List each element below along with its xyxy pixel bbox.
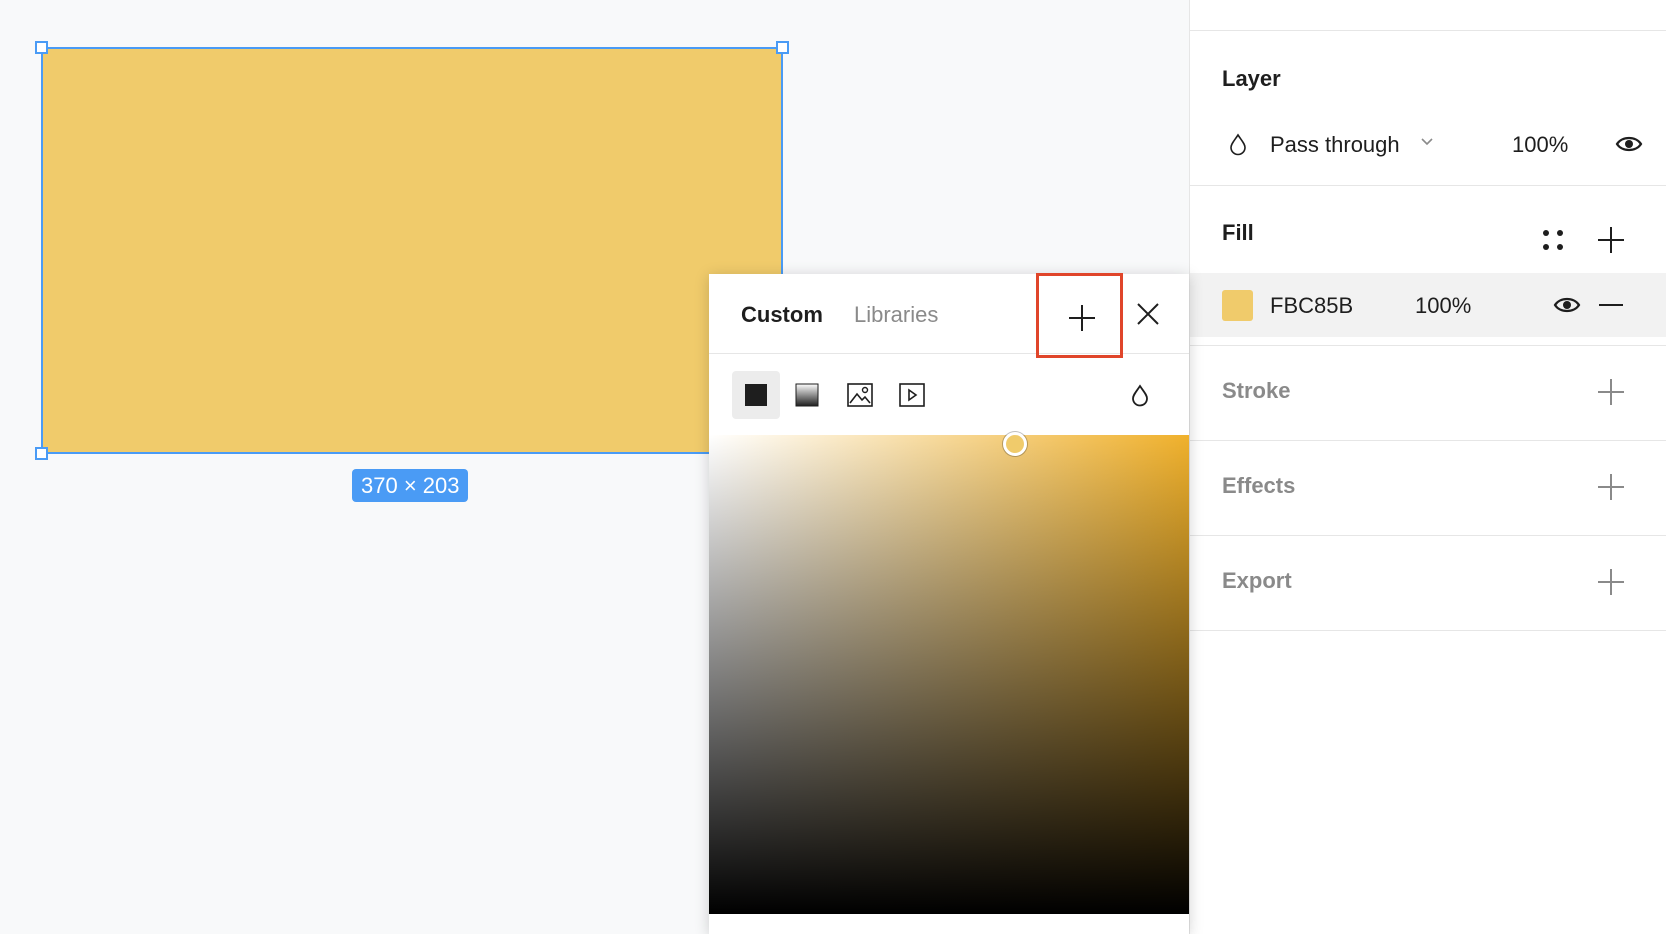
solid-square-icon	[745, 384, 767, 406]
fill-section-title: Fill	[1222, 220, 1254, 245]
tab-custom[interactable]: Custom	[741, 302, 823, 328]
resize-handle-top-right[interactable]	[776, 41, 789, 54]
divider	[1190, 440, 1666, 441]
solid-fill-button[interactable]	[732, 371, 780, 419]
add-fill-icon[interactable]	[1598, 227, 1624, 253]
layer-row: Pass through 100%	[1190, 120, 1666, 170]
eye-icon[interactable]	[1553, 293, 1581, 317]
color-picker-popover: Custom Libraries	[709, 273, 1189, 934]
style-grid-icon[interactable]	[1543, 230, 1565, 252]
saturation-brightness-area[interactable]	[709, 435, 1189, 914]
layer-section-title: Layer	[1222, 66, 1281, 91]
fill-swatch[interactable]	[1222, 290, 1253, 321]
blend-mode-select[interactable]: Pass through	[1270, 132, 1400, 158]
tab-libraries[interactable]: Libraries	[854, 302, 938, 328]
fill-type-row	[709, 354, 1189, 436]
color-picker-knob[interactable]	[1003, 432, 1027, 456]
resize-handle-bottom-left[interactable]	[35, 447, 48, 460]
add-swatch-button[interactable]	[1036, 273, 1123, 358]
add-export-icon[interactable]	[1598, 569, 1624, 595]
divider	[1190, 630, 1666, 631]
eyedropper-drop-icon[interactable]	[1130, 383, 1150, 407]
video-fill-button[interactable]	[887, 371, 935, 419]
gradient-fill-button[interactable]	[783, 371, 831, 419]
properties-panel: Layer Pass through 100% Fill FBC85B 100%…	[1189, 0, 1666, 934]
fill-row[interactable]: FBC85B 100%	[1190, 273, 1666, 337]
fill-opacity-input[interactable]: 100%	[1415, 293, 1471, 319]
chevron-down-icon[interactable]	[1420, 136, 1434, 146]
picker-header: Custom Libraries	[709, 273, 1189, 358]
resize-handle-top-left[interactable]	[35, 41, 48, 54]
stroke-section-title: Stroke	[1222, 378, 1291, 403]
close-icon[interactable]	[1135, 301, 1161, 327]
gradient-square-icon	[795, 383, 819, 407]
effects-section-title: Effects	[1222, 473, 1296, 498]
divider	[1190, 185, 1666, 186]
drop-icon	[1230, 133, 1246, 156]
fill-hex-input[interactable]: FBC85B	[1270, 293, 1353, 319]
selected-rectangle[interactable]	[35, 41, 789, 460]
divider	[1190, 535, 1666, 536]
eye-icon[interactable]	[1615, 132, 1643, 156]
image-fill-button[interactable]	[835, 371, 883, 419]
video-icon	[899, 383, 925, 407]
image-icon	[847, 383, 873, 407]
layer-opacity-input[interactable]: 100%	[1512, 132, 1568, 158]
divider	[1190, 30, 1666, 31]
remove-fill-icon[interactable]	[1599, 304, 1623, 306]
add-stroke-icon[interactable]	[1598, 379, 1624, 405]
export-section-title: Export	[1222, 568, 1292, 593]
plus-icon	[1069, 305, 1095, 331]
divider	[1190, 345, 1666, 346]
dimension-badge: 370 × 203	[352, 469, 469, 502]
add-effect-icon[interactable]	[1598, 474, 1624, 500]
